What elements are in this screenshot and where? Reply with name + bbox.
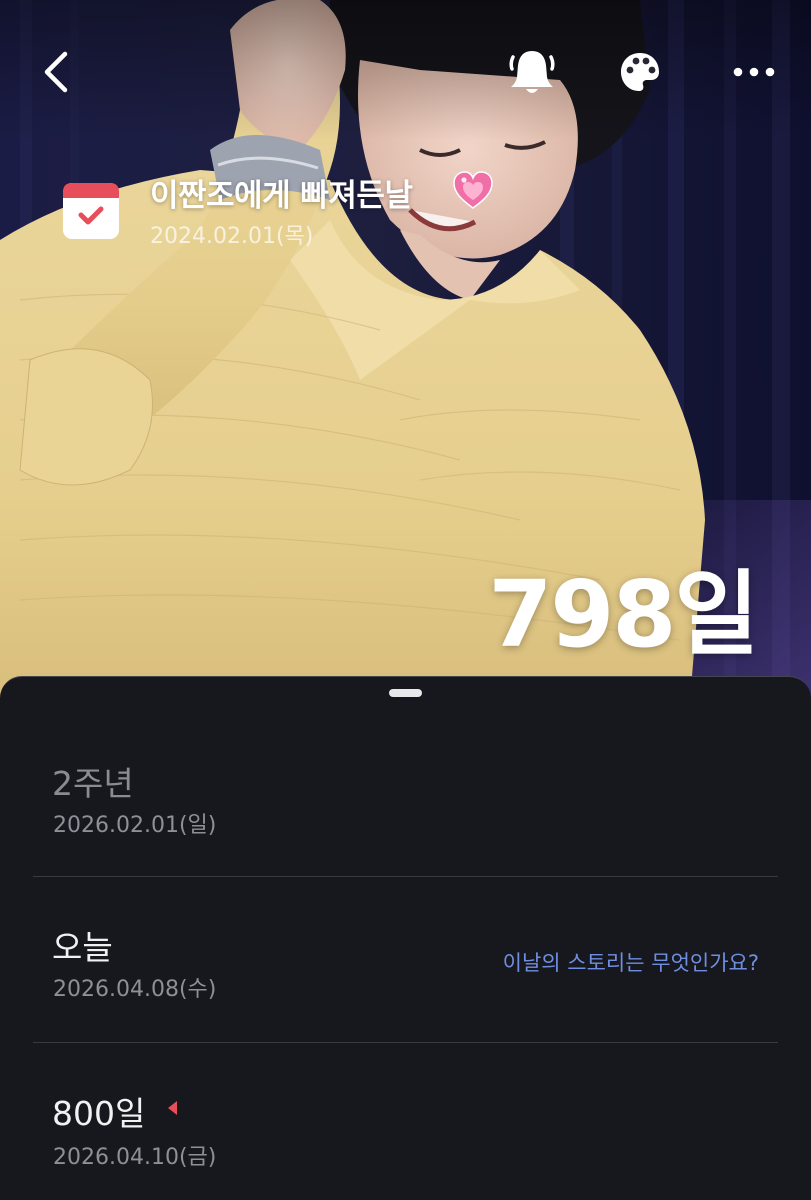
add-story-link[interactable]: 이날의 스토리는 무엇인가요? <box>503 947 759 977</box>
milestone-title: 2주년 <box>52 764 134 803</box>
event-date: 2024.02.01(목) <box>150 224 314 249</box>
more-button[interactable] <box>726 46 782 98</box>
dday-detail-screen: 이짠조에게 빠져든날 2024.02.01(목) 798일 2주년 2026.0… <box>0 0 811 1200</box>
chevron-left-icon <box>44 51 68 93</box>
flag-icon <box>168 1101 177 1115</box>
palette-icon <box>621 53 659 91</box>
milestone-date: 2026.04.10(금) <box>53 1145 217 1170</box>
hero-section: 이짠조에게 빠져든날 2024.02.01(목) 798일 <box>0 0 811 700</box>
milestone-row-today[interactable]: 오늘 2026.04.08(수) 이날의 스토리는 무엇인가요? <box>0 877 811 1043</box>
milestone-title: 오늘 <box>52 928 113 967</box>
calendar-icon <box>63 183 119 239</box>
day-count: 798일 <box>488 561 759 668</box>
back-button[interactable] <box>30 46 82 98</box>
bell-icon <box>509 51 555 93</box>
milestone-row-2nd-anniversary[interactable]: 2주년 2026.02.01(일) <box>0 717 811 883</box>
notification-button[interactable] <box>504 44 560 100</box>
more-icon <box>733 67 775 77</box>
sheet-drag-handle[interactable] <box>389 689 422 697</box>
milestone-title: 800일 <box>52 1094 146 1133</box>
event-header: 이짠조에게 빠져든날 2024.02.01(목) <box>62 170 662 250</box>
heart-icon <box>453 171 493 209</box>
milestone-date: 2026.04.08(수) <box>53 977 217 1002</box>
event-title: 이짠조에게 빠져든날 <box>150 178 413 214</box>
theme-button[interactable] <box>614 46 666 98</box>
milestone-row-800-days[interactable]: 800일 2026.04.10(금) <box>0 1043 811 1200</box>
milestone-sheet: 2주년 2026.02.01(일) 오늘 2026.04.08(수) 이날의 스… <box>0 676 811 1200</box>
top-bar <box>0 0 811 140</box>
milestone-date: 2026.02.01(일) <box>53 813 217 838</box>
